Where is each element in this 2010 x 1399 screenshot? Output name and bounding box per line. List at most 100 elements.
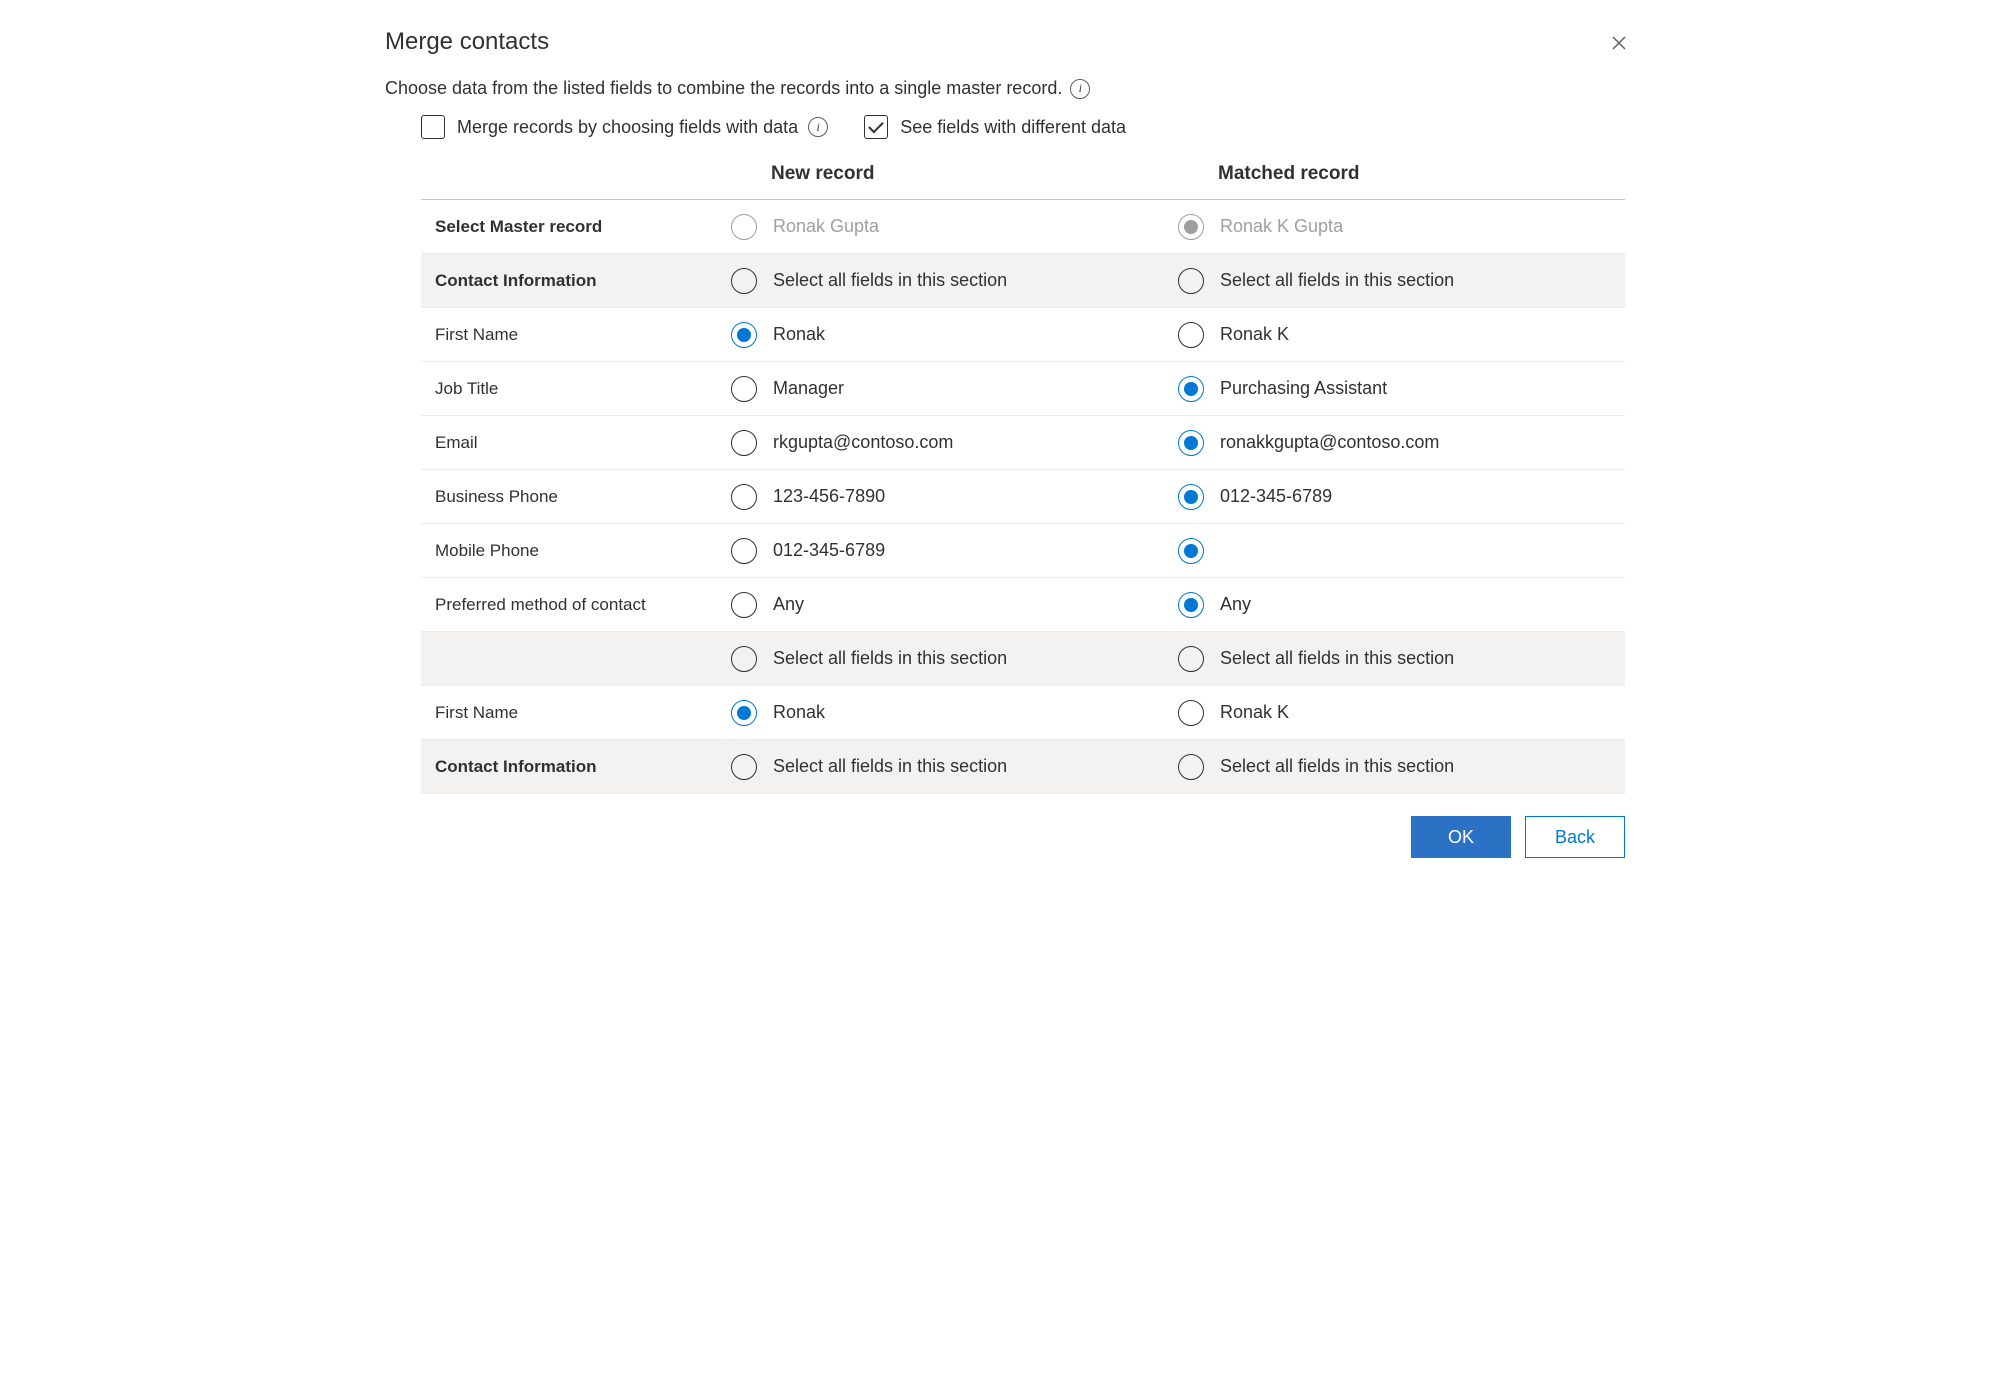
checkbox-label: Merge records by choosing fields with da… <box>457 117 798 138</box>
radio-button[interactable] <box>731 376 757 402</box>
radio-button <box>1178 214 1204 240</box>
merge-table: New record Matched record Select Master … <box>421 157 1625 794</box>
row-label: Mobile Phone <box>421 527 731 575</box>
radio-label: Ronak Gupta <box>773 216 879 237</box>
see-diff-checkbox[interactable]: See fields with different data <box>864 115 1126 139</box>
table-row: First Name Ronak Ronak K <box>421 308 1625 362</box>
new-record-cell: Select all fields in this section <box>731 258 1178 304</box>
header-left <box>421 163 731 185</box>
matched-record-cell: Select all fields in this section <box>1178 744 1625 790</box>
radio-label: Ronak K Gupta <box>1220 216 1343 237</box>
radio-button[interactable] <box>731 322 757 348</box>
radio-label: 012-345-6789 <box>773 540 885 561</box>
table-row: Select all fields in this section Select … <box>421 632 1625 686</box>
radio-label: Ronak <box>773 702 825 723</box>
table-row: Select Master record Ronak Gupta Ronak K G… <box>421 200 1625 254</box>
radio-button[interactable] <box>731 646 757 672</box>
radio-label: 012-345-6789 <box>1220 486 1332 507</box>
radio-label: Select all fields in this section <box>1220 648 1454 669</box>
radio-label: 123-456-7890 <box>773 486 885 507</box>
radio-button[interactable] <box>1178 538 1204 564</box>
info-icon[interactable]: i <box>1070 79 1090 99</box>
merge-contacts-dialog: Merge contacts Choose data from the list… <box>355 0 1655 878</box>
radio-label: Manager <box>773 378 844 399</box>
matched-record-cell: ronakkgupta@contoso.com <box>1178 420 1625 466</box>
new-record-cell: Ronak <box>731 312 1178 358</box>
table-row: Preferred method of contact Any Any <box>421 578 1625 632</box>
radio-label: Ronak K <box>1220 324 1289 345</box>
radio-button[interactable] <box>1178 592 1204 618</box>
matched-record-cell: Ronak K <box>1178 312 1625 358</box>
radio-label: Ronak K <box>1220 702 1289 723</box>
merge-rows-scroll[interactable]: Select Master record Ronak Gupta Ronak K G… <box>421 200 1625 794</box>
table-row: Job Title Manager Purchasing Assistant <box>421 362 1625 416</box>
table-row: Contact InformationSelect all fields in … <box>421 740 1625 794</box>
dialog-title: Merge contacts <box>385 28 1625 56</box>
table-row: Mobile Phone 012-345-6789 <box>421 524 1625 578</box>
radio-label: ronakkgupta@contoso.com <box>1220 432 1439 453</box>
dialog-subtitle-row: Choose data from the listed fields to co… <box>385 78 1625 99</box>
radio-button[interactable] <box>1178 376 1204 402</box>
radio-button[interactable] <box>731 592 757 618</box>
radio-button <box>731 214 757 240</box>
info-icon[interactable]: i <box>808 117 828 137</box>
table-row: Business Phone 123-456-7890 012-345-6789 <box>421 470 1625 524</box>
radio-label: Any <box>1220 594 1251 615</box>
matched-record-cell: Select all fields in this section <box>1178 258 1625 304</box>
radio-button[interactable] <box>731 754 757 780</box>
matched-record-cell: 012-345-6789 <box>1178 474 1625 520</box>
row-label: Select Master record <box>421 203 731 251</box>
radio-button[interactable] <box>1178 268 1204 294</box>
row-label: First Name <box>421 689 731 737</box>
radio-label: Select all fields in this section <box>773 756 1007 777</box>
dialog-options: Merge records by choosing fields with da… <box>421 115 1625 139</box>
radio-button[interactable] <box>1178 430 1204 456</box>
close-icon <box>1612 34 1626 55</box>
ok-button[interactable]: OK <box>1411 816 1511 858</box>
checkbox-label: See fields with different data <box>900 117 1126 138</box>
radio-button[interactable] <box>731 700 757 726</box>
radio-label: Select all fields in this section <box>773 648 1007 669</box>
close-button[interactable] <box>1603 28 1635 60</box>
new-record-cell: Manager <box>731 366 1178 412</box>
row-label: Job Title <box>421 365 731 413</box>
merge-by-data-checkbox[interactable]: Merge records by choosing fields with da… <box>421 115 828 139</box>
checkbox-icon <box>864 115 888 139</box>
radio-label: Select all fields in this section <box>1220 270 1454 291</box>
checkbox-icon <box>421 115 445 139</box>
radio-label: Select all fields in this section <box>1220 756 1454 777</box>
row-label: First Name <box>421 311 731 359</box>
new-record-cell: Select all fields in this section <box>731 744 1178 790</box>
radio-button[interactable] <box>731 430 757 456</box>
radio-button[interactable] <box>1178 322 1204 348</box>
radio-label: rkgupta@contoso.com <box>773 432 953 453</box>
new-record-cell: 123-456-7890 <box>731 474 1178 520</box>
radio-button[interactable] <box>1178 646 1204 672</box>
matched-record-cell: Purchasing Assistant <box>1178 366 1625 412</box>
new-record-cell: Select all fields in this section <box>731 636 1178 682</box>
radio-button[interactable] <box>1178 754 1204 780</box>
new-record-cell: Ronak Gupta <box>731 204 1178 250</box>
header-new-record: New record <box>731 163 1178 185</box>
new-record-cell: Ronak <box>731 690 1178 736</box>
back-button[interactable]: Back <box>1525 816 1625 858</box>
radio-button[interactable] <box>1178 700 1204 726</box>
row-label: Business Phone <box>421 473 731 521</box>
radio-label: Ronak <box>773 324 825 345</box>
table-row: First Name Ronak Ronak K <box>421 686 1625 740</box>
new-record-cell: Any <box>731 582 1178 628</box>
radio-label: Purchasing Assistant <box>1220 378 1387 399</box>
new-record-cell: 012-345-6789 <box>731 528 1178 574</box>
new-record-cell: rkgupta@contoso.com <box>731 420 1178 466</box>
row-label: Preferred method of contact <box>421 581 731 629</box>
header-matched-record: Matched record <box>1178 163 1625 185</box>
matched-record-cell: Select all fields in this section <box>1178 636 1625 682</box>
radio-button[interactable] <box>1178 484 1204 510</box>
row-label: Contact Information <box>421 257 731 305</box>
radio-button[interactable] <box>731 484 757 510</box>
radio-label: Select all fields in this section <box>773 270 1007 291</box>
radio-button[interactable] <box>731 538 757 564</box>
radio-label: Any <box>773 594 804 615</box>
radio-button[interactable] <box>731 268 757 294</box>
dialog-footer: OK Back <box>385 794 1625 858</box>
